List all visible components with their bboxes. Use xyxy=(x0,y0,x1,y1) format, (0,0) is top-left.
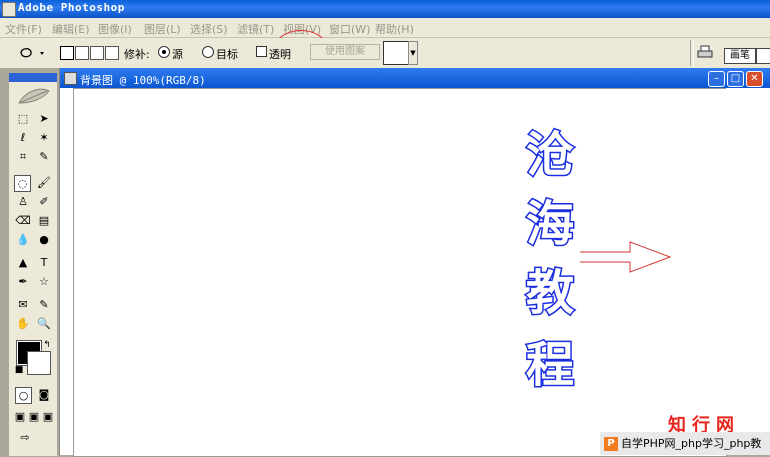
transparent-checkbox[interactable] xyxy=(256,46,267,57)
menu-layer[interactable]: 图层(L) xyxy=(144,21,181,37)
target-label: 目标 xyxy=(216,48,238,61)
toolbox: ⬚ ➤ ℓ ✶ ⌗ ✎ ◌ 🖌 ♙ ✐ ⌫ ▤ 💧 ● ▲ T ✒ ☆ ✉ ✎ … xyxy=(8,72,58,457)
canvas-char-1: 沧 xyxy=(524,126,575,185)
canvas-char-2: 海 xyxy=(524,195,575,254)
palette-tab-icon[interactable] xyxy=(756,48,770,64)
slice-tool-icon[interactable]: ✎ xyxy=(36,149,52,165)
maximize-button[interactable]: □ xyxy=(727,71,744,87)
menu-file[interactable]: 文件(F) xyxy=(5,21,42,37)
new-selection-icon[interactable] xyxy=(60,46,74,60)
source-radio[interactable] xyxy=(158,46,170,58)
watermark-caption: 自学PHP网_php学习_php教 xyxy=(621,437,762,450)
crop-tool-icon[interactable]: ⌗ xyxy=(15,149,31,165)
menu-bar: 文件(F) 编辑(E) 图像(I) 图层(L) 选择(S) 滤镜(T) 视图(V… xyxy=(0,18,770,62)
magic-wand-icon[interactable]: ✶ xyxy=(36,130,52,146)
menu-window[interactable]: 窗口(W) xyxy=(329,21,370,37)
shape-tool-icon[interactable]: ☆ xyxy=(36,274,52,290)
notes-tool-icon[interactable]: ✉ xyxy=(15,297,31,313)
standard-mode-icon[interactable]: ○ xyxy=(15,387,32,404)
dodge-tool-icon[interactable]: ● xyxy=(36,232,52,248)
menu-image[interactable]: 图像(I) xyxy=(98,21,132,37)
jump-to-imageready-icon[interactable]: ⇨ xyxy=(17,430,33,446)
eyedropper-icon[interactable]: ✎ xyxy=(36,297,52,313)
intersect-selection-icon[interactable] xyxy=(105,46,119,60)
printer-icon[interactable] xyxy=(697,45,713,59)
subtract-selection-icon[interactable] xyxy=(90,46,104,60)
menu-select[interactable]: 选择(S) xyxy=(190,21,228,37)
patch-tool-icon-selected[interactable]: ◌ xyxy=(14,175,31,192)
title-bar: Adobe Photoshop xyxy=(0,0,770,18)
pen-tool-icon[interactable]: ✒ xyxy=(15,274,31,290)
pattern-dropdown-icon[interactable]: ▼ xyxy=(408,41,418,65)
patch-tool-icon[interactable] xyxy=(18,45,48,61)
patch-label: 修补: xyxy=(124,48,150,61)
canvas-gutter xyxy=(726,88,770,455)
menu-edit[interactable]: 编辑(E) xyxy=(52,21,90,37)
canvas-char-3: 教 xyxy=(524,264,575,323)
stamp-tool-icon[interactable]: ♙ xyxy=(15,194,31,210)
minimize-button[interactable]: – xyxy=(708,71,725,87)
history-brush-icon[interactable]: ✐ xyxy=(36,194,52,210)
document-title: 背景图 @ 100%(RGB/8) xyxy=(80,74,206,87)
eraser-tool-icon[interactable]: ⌫ xyxy=(15,213,31,229)
default-colors-icon[interactable]: ■ xyxy=(11,362,27,378)
transparent-label: 透明 xyxy=(269,48,291,61)
photoshop-app-icon xyxy=(2,2,16,17)
dock-separator xyxy=(690,40,694,66)
screen-mode-full-icon[interactable]: ▣ xyxy=(40,409,56,425)
zoom-tool-icon[interactable]: 🔍 xyxy=(36,316,52,332)
toolbox-header[interactable] xyxy=(9,73,57,82)
path-select-icon[interactable]: ▲ xyxy=(15,255,31,271)
lasso-tool-icon[interactable]: ℓ xyxy=(15,130,31,146)
menu-help[interactable]: 帮助(H) xyxy=(375,21,414,37)
pattern-swatch[interactable] xyxy=(383,41,409,65)
window-title: Adobe Photoshop xyxy=(18,1,125,14)
brush-tool-icon[interactable]: 🖌 xyxy=(36,175,52,191)
use-pattern-button[interactable]: 使用图案 xyxy=(310,44,380,60)
document-title-bar[interactable]: 背景图 @ 100%(RGB/8) – □ ✕ xyxy=(60,68,770,88)
options-bar: 修补: 源 目标 透明 使用图案 ▼ 画笔 xyxy=(0,38,770,69)
annotation-arrow-icon xyxy=(580,241,672,273)
canvas-char-4: 程 xyxy=(524,336,575,395)
blur-tool-icon[interactable]: 💧 xyxy=(15,232,31,248)
quickmask-mode-icon[interactable]: ◙ xyxy=(36,387,52,403)
brushes-tab[interactable]: 画笔 xyxy=(724,48,756,64)
target-radio[interactable] xyxy=(202,46,214,58)
document-icon xyxy=(64,72,77,85)
move-tool-icon[interactable]: ➤ xyxy=(36,111,52,127)
menu-filter[interactable]: 滤镜(T) xyxy=(237,21,274,37)
background-color-swatch[interactable] xyxy=(27,351,51,375)
swap-colors-icon[interactable]: ↰ xyxy=(39,337,55,353)
php-icon: P xyxy=(604,437,618,451)
hand-tool-icon[interactable]: ✋ xyxy=(15,316,31,332)
close-button[interactable]: ✕ xyxy=(746,71,763,87)
type-tool-icon[interactable]: T xyxy=(36,255,52,271)
feather-logo-icon[interactable] xyxy=(17,85,51,107)
gradient-tool-icon[interactable]: ▤ xyxy=(36,213,52,229)
marquee-tool-icon[interactable]: ⬚ xyxy=(15,111,31,127)
source-label: 源 xyxy=(172,48,183,61)
add-selection-icon[interactable] xyxy=(75,46,89,60)
watermark-caption-bar: P 自学PHP网_php学习_php教 xyxy=(600,432,770,455)
